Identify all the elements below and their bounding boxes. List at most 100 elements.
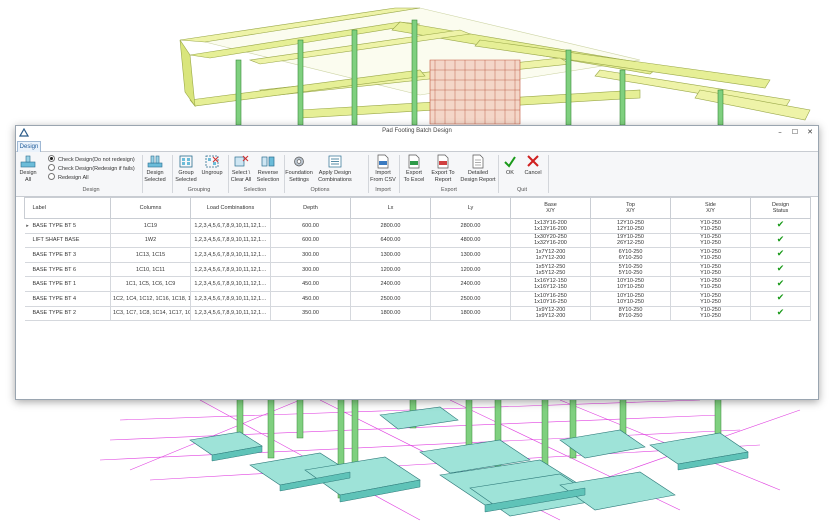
cell-columns[interactable]: 1C13, 1C15 <box>110 247 191 263</box>
design-selected-button[interactable]: Design Selected <box>143 154 167 183</box>
cell-top-bars[interactable]: 12Y10-250 12Y10-250 <box>590 218 671 234</box>
cell-columns[interactable]: 1C19 <box>110 218 191 234</box>
table-row[interactable]: ▸ BASE TYPE BT 5 1C19 1,2,3,4,5,6,7,8,9,10,… <box>24 218 811 234</box>
cell-ly[interactable]: 2800.00 <box>430 218 511 234</box>
cell-label[interactable]: BASE TYPE BT 1 <box>30 276 111 292</box>
table-row[interactable]: BASE TYPE BT 1 1C1, 1C5, 1C6, 1C9 1,2,3,4,… <box>24 276 811 292</box>
cell-top-bars[interactable]: 10Y10-250 10Y10-250 <box>590 290 671 307</box>
reverse-selection-button[interactable]: Reverse Selection <box>255 154 281 183</box>
cell-base-bars[interactable]: 1x13Y16-200 1x13Y16-200 <box>510 218 591 234</box>
table-row[interactable]: LIFT SHAFT BASE 1W2 1,2,3,4,5,6,7,8,9,10,1… <box>24 232 811 249</box>
cell-columns[interactable]: 1C3, 1C7, 1C8, 1C14, 1C17, 1C21 <box>110 305 191 322</box>
foundation-settings-button[interactable]: Foundation Settings <box>285 154 313 183</box>
tab-design[interactable]: Design <box>17 141 41 152</box>
cell-top-bars[interactable]: 6Y10-250 6Y10-250 <box>590 247 671 263</box>
cell-depth[interactable]: 600.00 <box>270 232 351 249</box>
cell-columns[interactable]: 1C10, 1C11 <box>110 261 191 278</box>
header-label[interactable]: Label <box>30 197 111 219</box>
header-top[interactable]: Top X/Y <box>590 197 671 219</box>
cell-load-combinations[interactable]: 1,2,3,4,5,6,7,8,9,10,11,12,1… <box>190 276 271 292</box>
ok-button[interactable]: OK <box>500 154 520 177</box>
cell-load-combinations[interactable]: 1,2,3,4,5,6,7,8,9,10,11,12,1… <box>190 247 271 263</box>
cell-lx[interactable]: 2400.00 <box>350 276 431 292</box>
radio-check-design[interactable]: Check Design(Do not redesign) <box>48 155 135 164</box>
cell-base-bars[interactable]: 1x30Y20-250 1x32Y16-200 <box>510 232 591 249</box>
cell-base-bars[interactable]: 1x5Y12-250 1x5Y12-250 <box>510 261 591 278</box>
cell-ly[interactable]: 1800.00 <box>430 305 511 322</box>
detailed-design-report-button[interactable]: Detailed Design Report <box>459 154 497 183</box>
cell-base-bars[interactable]: 1x7Y12-200 1x7Y12-200 <box>510 247 591 263</box>
cell-load-combinations[interactable]: 1,2,3,4,5,6,7,8,9,10,11,12,1… <box>190 290 271 307</box>
cell-top-bars[interactable]: 8Y10-250 8Y10-250 <box>590 305 671 322</box>
cell-depth[interactable]: 300.00 <box>270 247 351 263</box>
export-excel-button[interactable]: Export To Excel <box>401 154 427 183</box>
cell-top-bars[interactable]: 19Y10-250 26Y12-250 <box>590 232 671 249</box>
table-row[interactable]: BASE TYPE BT 4 1C2, 1C4, 1C12, 1C16, 1C18… <box>24 290 811 307</box>
cell-columns[interactable]: 1C1, 1C5, 1C6, 1C9 <box>110 276 191 292</box>
cell-side-bars[interactable]: Y10-250 Y10-250 <box>670 276 751 292</box>
radio-check-redesign-if-fails[interactable]: Check Design(Redesign if fails) <box>48 164 135 173</box>
cell-base-bars[interactable]: 1x9Y12-200 1x9Y12-200 <box>510 305 591 322</box>
header-load-combinations[interactable]: Load Combinations <box>190 197 271 219</box>
cell-lx[interactable]: 2500.00 <box>350 290 431 307</box>
cell-side-bars[interactable]: Y10-250 Y10-250 <box>670 261 751 278</box>
cell-label[interactable]: LIFT SHAFT BASE <box>30 232 111 249</box>
cell-load-combinations[interactable]: 1,2,3,4,5,6,7,8,9,10,11,12,1… <box>190 232 271 249</box>
cell-ly[interactable]: 4800.00 <box>430 232 511 249</box>
design-all-button[interactable]: Design All <box>17 154 39 183</box>
cell-lx[interactable]: 6400.00 <box>350 232 431 249</box>
header-base[interactable]: Base X/Y <box>510 197 591 219</box>
radio-redesign-all[interactable]: Redesign All <box>48 173 89 182</box>
header-lx[interactable]: Lx <box>350 197 431 219</box>
cell-lx[interactable]: 1300.00 <box>350 247 431 263</box>
export-report-button[interactable]: Export To Report <box>429 154 457 183</box>
cell-base-bars[interactable]: 1x16Y12-150 1x16Y12-150 <box>510 276 591 292</box>
table-row[interactable]: BASE TYPE BT 3 1C13, 1C15 1,2,3,4,5,6,7,8,… <box>24 247 811 263</box>
cell-label[interactable]: BASE TYPE BT 6 <box>30 261 111 278</box>
header-side[interactable]: Side X/Y <box>670 197 751 219</box>
cell-ly[interactable]: 2500.00 <box>430 290 511 307</box>
apply-design-combinations-button[interactable]: Apply Design Combinations <box>316 154 354 183</box>
close-icon[interactable]: ✕ <box>804 127 816 138</box>
cell-side-bars[interactable]: Y10-250 Y10-250 <box>670 305 751 322</box>
cell-columns[interactable]: 1W2 <box>110 232 191 249</box>
cell-ly[interactable]: 2400.00 <box>430 276 511 292</box>
cell-lx[interactable]: 1200.00 <box>350 261 431 278</box>
cell-load-combinations[interactable]: 1,2,3,4,5,6,7,8,9,10,11,12,1… <box>190 218 271 234</box>
cell-label[interactable]: BASE TYPE BT 5 <box>30 218 111 234</box>
cell-depth[interactable]: 450.00 <box>270 276 351 292</box>
import-csv-button[interactable]: Import From CSV <box>370 154 396 183</box>
cell-depth[interactable]: 450.00 <box>270 290 351 307</box>
cell-load-combinations[interactable]: 1,2,3,4,5,6,7,8,9,10,11,12,1… <box>190 305 271 322</box>
cell-depth[interactable]: 350.00 <box>270 305 351 322</box>
cell-side-bars[interactable]: Y10-250 Y10-250 <box>670 232 751 249</box>
cell-ly[interactable]: 1200.00 <box>430 261 511 278</box>
cell-columns[interactable]: 1C2, 1C4, 1C12, 1C16, 1C18, 1C… <box>110 290 191 307</box>
minimize-icon[interactable]: – <box>774 127 786 138</box>
cell-ly[interactable]: 1300.00 <box>430 247 511 263</box>
table-row[interactable]: BASE TYPE BT 2 1C3, 1C7, 1C8, 1C14, 1C17,… <box>24 305 811 322</box>
cell-side-bars[interactable]: Y10-250 Y10-250 <box>670 290 751 307</box>
cell-depth[interactable]: 300.00 <box>270 261 351 278</box>
cell-depth[interactable]: 600.00 <box>270 218 351 234</box>
header-columns[interactable]: Columns <box>110 197 191 219</box>
maximize-icon[interactable]: ☐ <box>789 127 801 138</box>
header-depth[interactable]: Depth <box>270 197 351 219</box>
header-design-status[interactable]: Design Status <box>750 197 811 219</box>
ungroup-button[interactable]: Ungroup <box>200 154 224 177</box>
cell-label[interactable]: BASE TYPE BT 4 <box>30 290 111 307</box>
cell-lx[interactable]: 1800.00 <box>350 305 431 322</box>
cell-top-bars[interactable]: 10Y10-250 10Y10-250 <box>590 276 671 292</box>
cell-label[interactable]: BASE TYPE BT 2 <box>30 305 111 322</box>
cell-side-bars[interactable]: Y10-250 Y10-250 <box>670 247 751 263</box>
cell-load-combinations[interactable]: 1,2,3,4,5,6,7,8,9,10,11,12,1… <box>190 261 271 278</box>
cell-label[interactable]: BASE TYPE BT 3 <box>30 247 111 263</box>
header-ly[interactable]: Ly <box>430 197 511 219</box>
cell-lx[interactable]: 2800.00 <box>350 218 431 234</box>
cell-top-bars[interactable]: 5Y10-250 5Y10-250 <box>590 261 671 278</box>
cell-base-bars[interactable]: 1x10Y16-250 1x10Y16-250 <box>510 290 591 307</box>
cell-side-bars[interactable]: Y10-250 Y10-250 <box>670 218 751 234</box>
select-clear-all-button[interactable]: Select \ Clear All <box>229 154 253 183</box>
table-row[interactable]: BASE TYPE BT 6 1C10, 1C11 1,2,3,4,5,6,7,8,… <box>24 261 811 278</box>
cancel-button[interactable]: Cancel <box>522 154 544 177</box>
